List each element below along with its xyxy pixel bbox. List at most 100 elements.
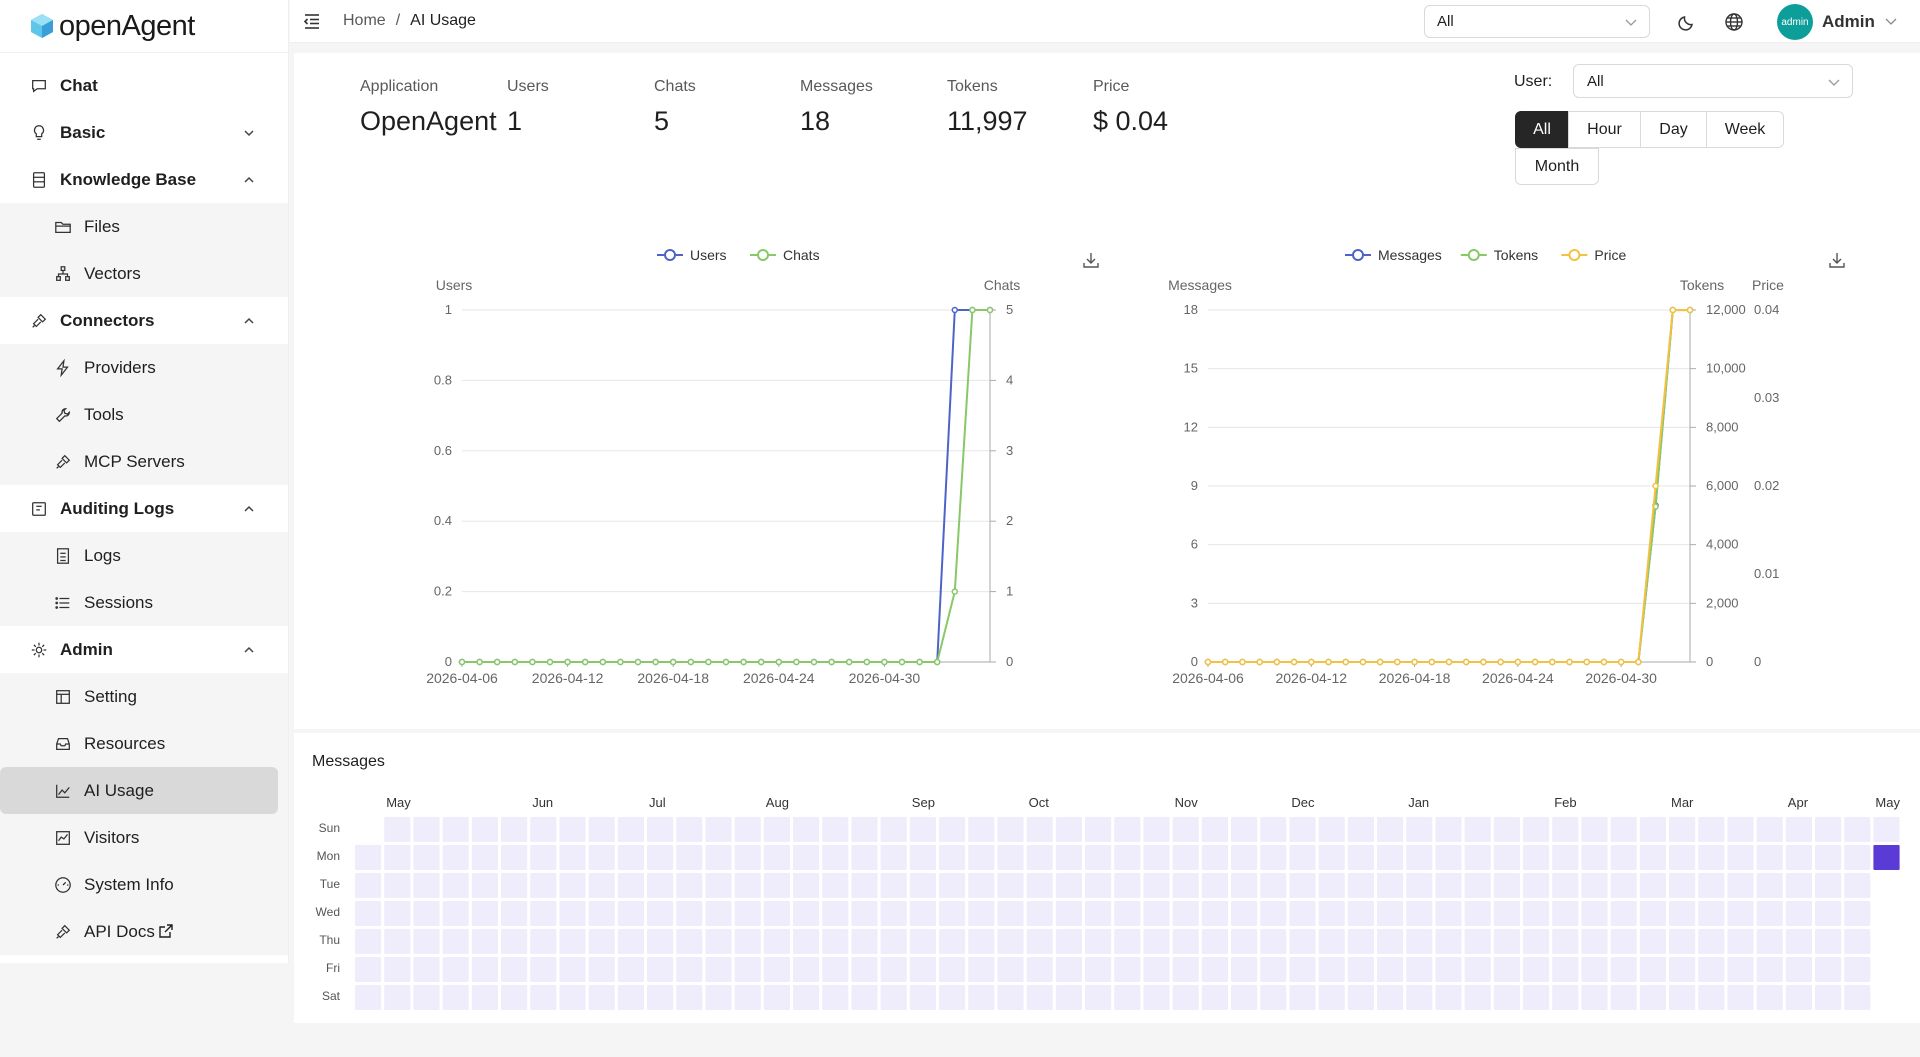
sidebar-item-providers[interactable]: Providers	[0, 344, 288, 391]
data-point-chats	[634, 658, 642, 666]
heatmap-cell	[1172, 873, 1199, 898]
sidebar-item-auditing-logs[interactable]: Auditing Logs	[0, 485, 288, 532]
sidebar-item-connectors[interactable]: Connectors	[0, 297, 288, 344]
heatmap-cell	[1201, 929, 1228, 954]
sidebar-item-visitors[interactable]: Visitors	[0, 814, 288, 861]
data-point-chats	[529, 658, 536, 666]
sidebar-item-mcp-servers[interactable]: MCP Servers	[0, 438, 288, 485]
sidebar-item-chat[interactable]: Chat	[0, 62, 288, 109]
y-tick-label: 1	[445, 302, 452, 317]
sidebar-item-admin[interactable]: Admin	[0, 626, 288, 673]
stat-label: Chats	[654, 78, 696, 95]
heatmap-cell	[1201, 985, 1228, 1010]
breadcrumb-home[interactable]: Home	[343, 12, 386, 30]
user-name[interactable]: Admin	[1822, 12, 1875, 32]
heatmap-cell	[559, 845, 586, 870]
heatmap-cell	[763, 817, 790, 842]
heatmap-cell	[1143, 929, 1170, 954]
heatmap-cell	[1435, 845, 1462, 870]
heatmap-cell	[1026, 929, 1053, 954]
globe-icon[interactable]	[1724, 12, 1744, 32]
chevron-down-icon	[1885, 18, 1897, 25]
heatmap-cell	[676, 901, 703, 926]
database-icon	[30, 171, 48, 189]
y2-tick-label: 0	[1706, 654, 1713, 669]
sidebar-item-sessions[interactable]: Sessions	[0, 579, 288, 626]
heatmap-cell	[1639, 957, 1666, 982]
heatmap-cell	[909, 929, 936, 954]
heatmap-cell	[617, 873, 644, 898]
y2-axis-label: Tokens	[1680, 277, 1724, 293]
data-point-price	[1531, 658, 1539, 666]
messages-tokens-price-chart: 0 3 6 9 12 15 18 0 2,000 4,000 6,000 8,000 10,000 12,…	[1168, 247, 1784, 686]
app-logo[interactable]: openAgent	[0, 0, 288, 53]
header-select[interactable]: All	[1424, 5, 1650, 38]
period-day-button[interactable]: Day	[1640, 111, 1707, 148]
breadcrumb: Home / AI Usage	[343, 12, 476, 30]
sidebar-footer	[0, 963, 289, 1057]
period-month-button[interactable]: Month	[1515, 148, 1599, 185]
heatmap-cell	[1581, 957, 1608, 982]
x-tick-label: 2026-04-06	[1172, 670, 1244, 686]
heatmap-cell	[1669, 901, 1696, 926]
data-point-price	[1325, 658, 1332, 666]
period-hour-button[interactable]: Hour	[1568, 111, 1641, 148]
heatmap-cell	[1464, 957, 1491, 982]
heatmap-cell	[1347, 901, 1374, 926]
sidebar-item-basic[interactable]: Basic	[0, 109, 288, 156]
tool-icon	[54, 406, 72, 424]
heatmap-cell	[705, 985, 732, 1010]
heatmap-cell	[909, 873, 936, 898]
heatmap-cell	[1143, 845, 1170, 870]
heatmap-cell	[1435, 817, 1462, 842]
moon-icon[interactable]	[1677, 12, 1697, 32]
heatmap-cell	[763, 845, 790, 870]
download-icon[interactable]	[1081, 250, 1101, 270]
sidebar-item-ai-usage[interactable]: AI Usage	[0, 767, 278, 814]
period-all-button[interactable]: All	[1515, 111, 1569, 148]
sidebar-item-logs[interactable]: Logs	[0, 532, 288, 579]
sidebar-item-label: Basic	[60, 122, 106, 142]
heatmap-cell	[1464, 929, 1491, 954]
heatmap-cell	[384, 929, 411, 954]
heatmap-cell	[968, 929, 995, 954]
heatmap-cell	[1698, 845, 1725, 870]
heatmap-day-label: Sun	[319, 821, 340, 835]
heatmap-cell	[1289, 929, 1316, 954]
heatmap-cell	[617, 929, 644, 954]
sidebar-item-files[interactable]: Files	[0, 203, 288, 250]
legend-marker	[1352, 249, 1364, 261]
data-point-price	[1273, 658, 1281, 666]
sidebar-item-label: Resources	[84, 733, 166, 753]
data-point-chats	[916, 658, 923, 666]
x-tick-label: 2026-04-06	[426, 670, 498, 686]
sidebar-item-api-docs[interactable]: API Docs	[0, 908, 288, 955]
sidebar-item-label: API Docs	[84, 921, 155, 941]
avatar[interactable]: admin	[1777, 4, 1813, 40]
sidebar-item-resources[interactable]: Resources	[0, 720, 288, 767]
heatmap-cell	[1085, 845, 1112, 870]
heatmap-cell	[1347, 929, 1374, 954]
sidebar-item-tools[interactable]: Tools	[0, 391, 288, 438]
menu-fold-icon[interactable]	[302, 11, 322, 31]
sidebar-item-vectors[interactable]: Vectors	[0, 250, 288, 297]
sidebar-item-setting[interactable]: Setting	[0, 673, 288, 720]
heatmap-cell	[1669, 845, 1696, 870]
heatmap-cell	[1289, 901, 1316, 926]
heatmap-day-label: Sat	[322, 989, 341, 1003]
sidebar-item-knowledge-base[interactable]: Knowledge Base	[0, 156, 288, 203]
heatmap-cell	[939, 873, 966, 898]
heatmap-cell	[1114, 957, 1141, 982]
sidebar-item-system-info[interactable]: System Info	[0, 861, 288, 908]
data-point-price	[1256, 658, 1263, 666]
download-icon[interactable]	[1827, 250, 1847, 270]
period-week-button[interactable]: Week	[1706, 111, 1784, 148]
heatmap-cell	[1844, 845, 1871, 870]
heatmap-cell	[384, 873, 411, 898]
data-point-price	[1617, 658, 1625, 666]
user-filter-select[interactable]: All	[1573, 64, 1853, 98]
heatmap-cell	[1552, 957, 1579, 982]
y-tick-label: 15	[1184, 361, 1198, 376]
heatmap-month-label: Jul	[649, 795, 666, 810]
y3-tick-label: 0.04	[1754, 302, 1779, 317]
